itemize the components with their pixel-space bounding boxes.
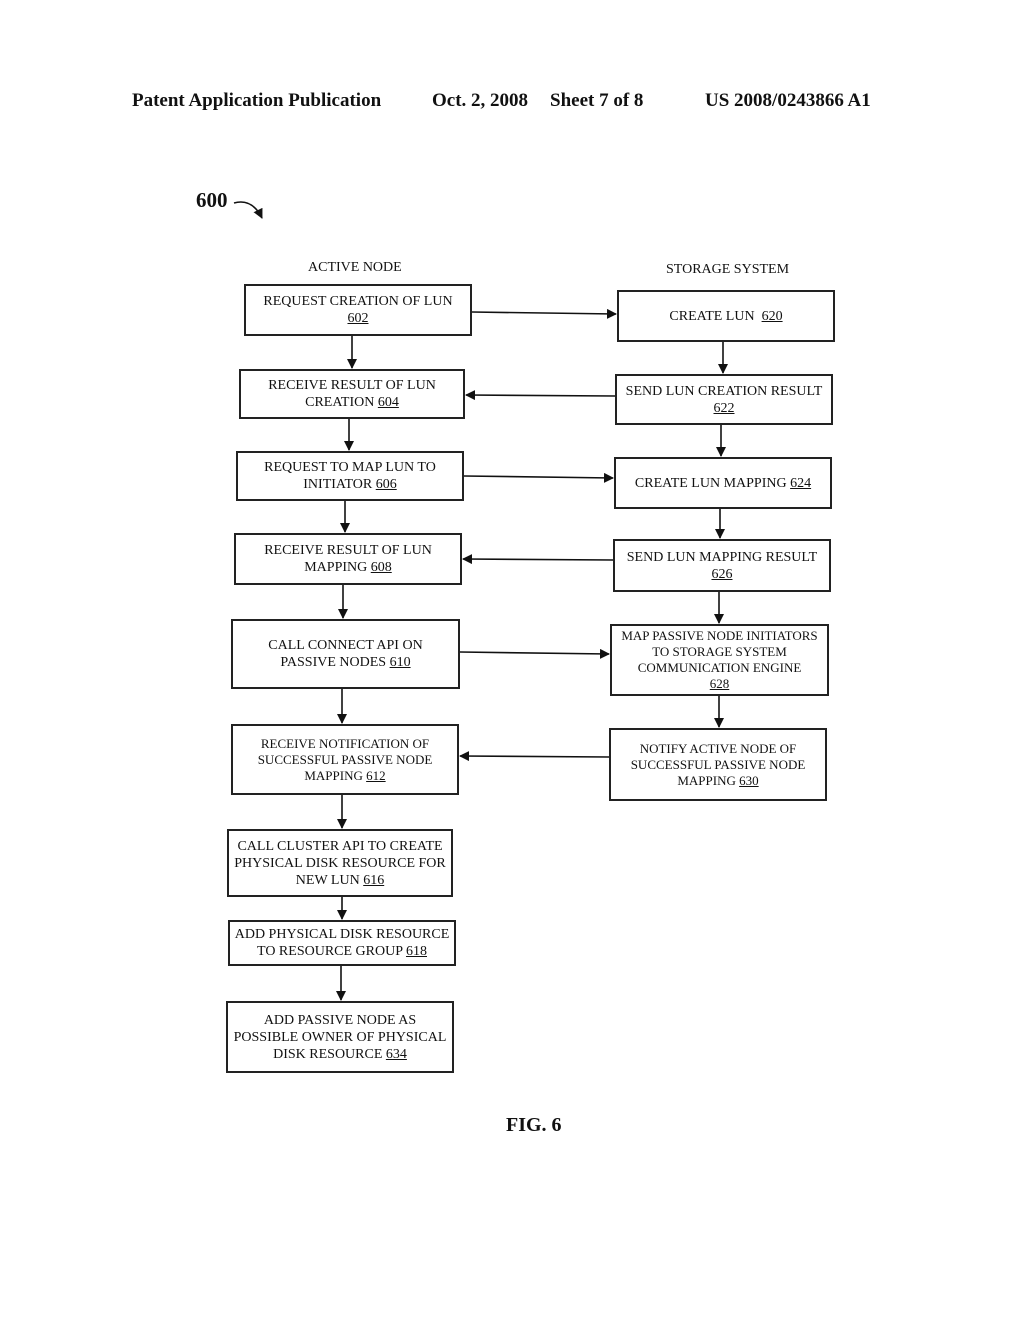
step-text: CALL CLUSTER API TO CREATE PHYSICAL DISK… [234, 838, 446, 888]
step-630-box: NOTIFY ACTIVE NODE OF SUCCESSFUL PASSIVE… [609, 728, 827, 801]
publication-date: Oct. 2, 2008 [432, 90, 529, 111]
publication-label: Patent Application Publication [132, 90, 382, 111]
step-ref: 628 [709, 676, 730, 691]
step-ref: 602 [347, 311, 369, 326]
step-ref: 624 [790, 475, 812, 491]
step-text: REQUEST CREATION OF LUN [263, 294, 453, 309]
step-ref: 618 [405, 944, 427, 959]
step-628-box: MAP PASSIVE NODE INITIATORS TO STORAGE S… [610, 624, 829, 696]
step-text: RECEIVE NOTIFICATION OF SUCCESSFUL PASSI… [257, 735, 433, 783]
step-text: CREATE LUN MAPPING [634, 475, 787, 491]
step-618-box: ADD PHYSICAL DISK RESOURCE TO RESOURCE G… [228, 920, 456, 966]
arrow-610-628 [459, 648, 610, 659]
step-ref: 626 [711, 566, 733, 582]
step-ref: 616 [363, 872, 385, 888]
step-text: REQUEST TO MAP LUN TO INITIATOR [264, 460, 436, 492]
arrow-630-612 [459, 751, 610, 762]
step-text: MAP PASSIVE NODE INITIATORS TO STORAGE S… [621, 628, 818, 675]
figure-reference-number: 600 [196, 188, 228, 212]
figure-ref-arrow [233, 201, 263, 219]
sheet-number: Sheet 7 of 8 [550, 90, 644, 111]
step-ref: 604 [377, 395, 399, 410]
step-616-box: CALL CLUSTER API TO CREATE PHYSICAL DISK… [227, 829, 453, 897]
step-ref: 612 [366, 767, 386, 783]
step-624-box: CREATE LUN MAPPING 624 [614, 457, 832, 509]
step-text: CREATE LUN [669, 308, 755, 324]
step-634-box: ADD PASSIVE NODE AS POSSIBLE OWNER OF PH… [226, 1001, 454, 1073]
step-ref: 620 [761, 308, 783, 324]
step-text: ADD PASSIVE NODE AS POSSIBLE OWNER OF PH… [233, 1012, 447, 1062]
lane-label-active-node: ACTIVE NODE [308, 260, 402, 275]
step-ref: 630 [739, 772, 759, 788]
step-626-box: SEND LUN MAPPING RESULT 626 [613, 539, 831, 592]
step-620-box: CREATE LUN 620 [617, 290, 835, 342]
step-610-box: CALL CONNECT API ON PASSIVE NODES 610 [231, 619, 460, 689]
step-text: RECEIVE RESULT OF LUN MAPPING [264, 543, 432, 575]
step-604-box: RECEIVE RESULT OF LUN CREATION 604 [239, 369, 465, 419]
step-612-box: RECEIVE NOTIFICATION OF SUCCESSFUL PASSI… [231, 724, 459, 795]
arrow-626-608 [462, 554, 614, 565]
step-text: RECEIVE RESULT OF LUN CREATION [268, 378, 436, 410]
step-622-box: SEND LUN CREATION RESULT 622 [615, 374, 833, 425]
step-text: SEND LUN MAPPING RESULT [626, 549, 818, 565]
step-ref: 634 [385, 1046, 407, 1062]
step-text: NOTIFY ACTIVE NODE OF SUCCESSFUL PASSIVE… [630, 740, 806, 788]
step-602-box: REQUEST CREATION OF LUN 602 [244, 284, 472, 336]
step-ref: 622 [713, 400, 735, 416]
step-608-box: RECEIVE RESULT OF LUN MAPPING 608 [234, 533, 462, 585]
patent-number: US 2008/0243866 A1 [705, 90, 871, 111]
arrow-622-604 [465, 390, 616, 401]
step-606-box: REQUEST TO MAP LUN TO INITIATOR 606 [236, 451, 464, 501]
arrow-602-620 [471, 308, 617, 319]
step-ref: 606 [375, 477, 397, 492]
step-text: SEND LUN CREATION RESULT [625, 383, 823, 399]
figure-caption: FIG. 6 [506, 1114, 562, 1136]
step-ref: 610 [389, 655, 411, 670]
lane-label-storage-system: STORAGE SYSTEM [666, 262, 790, 277]
arrow-606-624 [463, 472, 614, 483]
step-ref: 608 [370, 560, 392, 575]
